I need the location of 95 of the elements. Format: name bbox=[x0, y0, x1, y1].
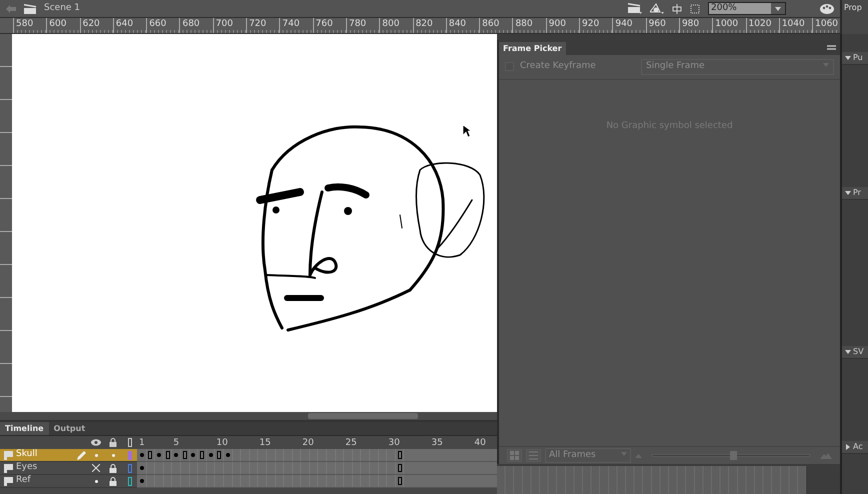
frame-number: 10 bbox=[216, 437, 228, 450]
panel-tab[interactable]: Timeline bbox=[0, 422, 49, 435]
vertical-scrollbar[interactable] bbox=[806, 466, 818, 494]
frame-number: 25 bbox=[345, 437, 357, 450]
layer-color-swatch[interactable] bbox=[128, 450, 132, 460]
cursor-icon bbox=[463, 125, 471, 137]
panel-header[interactable]: Pr bbox=[842, 187, 868, 200]
ruler-label: 860 bbox=[479, 18, 512, 33]
span-end-marker[interactable] bbox=[398, 451, 402, 459]
ruler-label: 600 bbox=[46, 18, 80, 33]
keyframe-dot[interactable] bbox=[208, 453, 213, 457]
span-end-marker[interactable] bbox=[398, 477, 402, 485]
scene-name: Scene 1 bbox=[44, 2, 80, 15]
keyframe-dot[interactable] bbox=[140, 479, 144, 483]
eye-icon[interactable] bbox=[91, 439, 101, 446]
ruler-label: 700 bbox=[212, 18, 246, 33]
layer-row[interactable]: Eyes bbox=[0, 462, 137, 475]
ruler-label: 680 bbox=[179, 18, 213, 33]
palette-icon[interactable] bbox=[820, 3, 834, 14]
keyframe-dot[interactable] bbox=[140, 453, 144, 457]
caret-icon bbox=[775, 6, 781, 10]
horizontal-scrollbar[interactable] bbox=[0, 412, 497, 422]
panel-header[interactable]: Ac bbox=[842, 441, 868, 454]
ruler-label: 780 bbox=[346, 18, 380, 33]
ruler-label: 800 bbox=[379, 18, 413, 33]
frame-number: 15 bbox=[259, 437, 271, 450]
ruler-label: 960 bbox=[646, 18, 679, 33]
ruler-label: 620 bbox=[80, 18, 113, 33]
layer-icon bbox=[4, 450, 13, 460]
unlocked-dot-icon[interactable] bbox=[112, 454, 114, 456]
ruler-label: 1060 bbox=[812, 18, 840, 33]
layer-name: Eyes bbox=[16, 461, 38, 474]
outline-icon[interactable] bbox=[128, 438, 132, 447]
span-end-marker[interactable] bbox=[182, 451, 187, 459]
clapperboard-icon bbox=[24, 4, 36, 14]
checkbox-label: Create Keyframe bbox=[520, 60, 596, 73]
grid-icon bbox=[510, 451, 519, 460]
crosshair-icon[interactable] bbox=[672, 4, 682, 14]
frame-number: 1 bbox=[139, 437, 145, 450]
menu-icon[interactable] bbox=[827, 45, 836, 51]
layer-icon bbox=[4, 476, 13, 486]
span-end-marker[interactable] bbox=[398, 464, 402, 472]
ruler-label: 940 bbox=[612, 18, 646, 33]
panel-tab[interactable]: Frame Picker bbox=[499, 42, 566, 55]
panel-header[interactable]: SV bbox=[842, 346, 868, 359]
span-end-marker[interactable] bbox=[217, 451, 222, 459]
keyframe-dot[interactable] bbox=[156, 453, 161, 457]
list-icon bbox=[529, 451, 538, 460]
span-end-marker[interactable] bbox=[200, 451, 204, 459]
keyframe-dot[interactable] bbox=[226, 453, 230, 457]
shapes-icon[interactable] bbox=[650, 3, 664, 14]
layer-row[interactable]: Ref bbox=[0, 475, 137, 488]
keyframe-dot[interactable] bbox=[140, 466, 144, 470]
span-end-marker[interactable] bbox=[148, 451, 152, 459]
layer-icon bbox=[4, 464, 13, 472]
ruler-label: 580 bbox=[13, 18, 46, 33]
panel-header[interactable]: Pu bbox=[842, 52, 868, 65]
layer-row[interactable]: Skull bbox=[0, 449, 137, 462]
keyframe-dot[interactable] bbox=[191, 453, 196, 457]
ruler-label: 820 bbox=[412, 18, 446, 33]
frame-number: 20 bbox=[302, 437, 314, 450]
frame-number: 35 bbox=[431, 437, 443, 450]
ruler-label: 840 bbox=[446, 18, 480, 33]
zoom-dropdown[interactable]: 200% bbox=[708, 2, 786, 15]
ruler-label: 980 bbox=[678, 18, 712, 33]
layer-color-swatch[interactable] bbox=[128, 464, 132, 472]
visible-dot-icon[interactable] bbox=[94, 454, 98, 456]
dotted-frame-icon[interactable] bbox=[690, 4, 700, 14]
hidden-x-icon[interactable] bbox=[92, 464, 100, 472]
layer-color-swatch[interactable] bbox=[128, 476, 132, 486]
frame-number: 40 bbox=[474, 437, 486, 450]
slider-thumb[interactable] bbox=[730, 451, 737, 460]
lock-icon[interactable] bbox=[109, 476, 117, 486]
ruler-label: 920 bbox=[579, 18, 612, 33]
scrollbar-thumb[interactable] bbox=[308, 413, 418, 419]
ruler-label: 1020 bbox=[746, 18, 779, 33]
ruler-label: 720 bbox=[246, 18, 280, 33]
keyframe-dot[interactable] bbox=[174, 453, 178, 457]
ruler-label: 660 bbox=[146, 18, 180, 33]
visible-dot-icon[interactable] bbox=[94, 480, 98, 482]
ruler-label: 1000 bbox=[712, 18, 746, 33]
ruler-label: 900 bbox=[546, 18, 580, 33]
frame-number: 5 bbox=[173, 437, 180, 450]
layer-name: Ref bbox=[16, 474, 32, 488]
ruler-label: 880 bbox=[512, 18, 546, 33]
span-end-marker[interactable] bbox=[166, 451, 170, 459]
frame-number: 30 bbox=[388, 437, 400, 450]
clapperboard-icon[interactable] bbox=[628, 3, 642, 14]
ruler-label: 1040 bbox=[778, 18, 812, 33]
lock-icon[interactable] bbox=[109, 438, 117, 447]
ruler-label: 740 bbox=[279, 18, 313, 33]
layer-name: Skull bbox=[16, 448, 38, 462]
ruler-label: 640 bbox=[112, 18, 146, 33]
lock-icon[interactable] bbox=[109, 464, 117, 472]
ruler-label: 760 bbox=[312, 18, 346, 33]
